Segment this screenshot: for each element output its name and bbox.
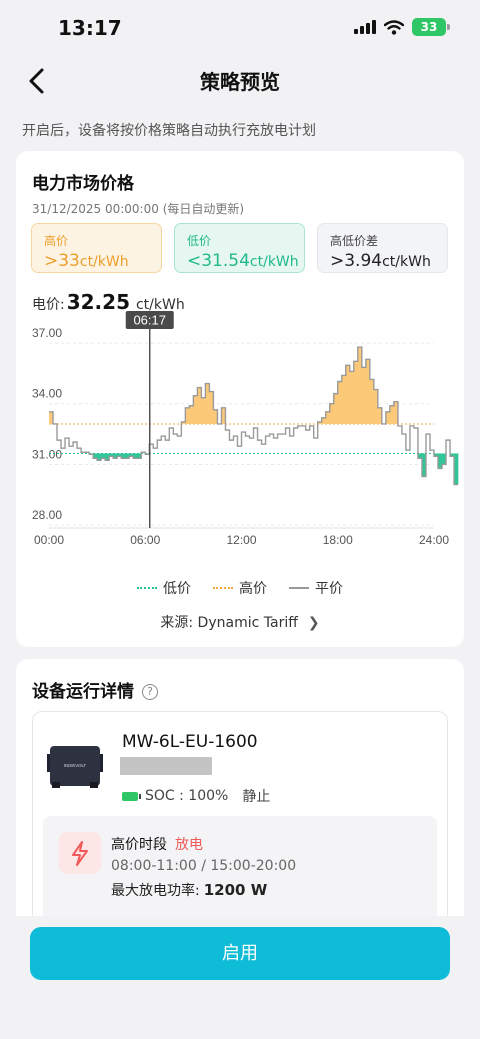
time-cursor-label: 06:17 xyxy=(133,313,166,328)
device-image: INDIEVOLT xyxy=(47,746,103,788)
device-state: 静止 xyxy=(242,789,271,805)
enable-button[interactable]: 启用 xyxy=(30,927,450,980)
high-price-area xyxy=(201,397,206,424)
x-tick-label: 24:00 xyxy=(419,533,449,547)
y-tick-label: 28.00 xyxy=(32,508,62,522)
period-title: 高价时段 放电 xyxy=(111,834,203,854)
intro-text: 开启后，设备将按价格策略自动执行充放电计划 xyxy=(22,123,316,139)
device-section-title: 设备运行详情? xyxy=(32,677,158,702)
x-tick-label: 18:00 xyxy=(323,533,353,547)
period-times: 08:00-11:00 / 15:00-20:00 xyxy=(111,858,297,874)
device-section-title-text: 设备运行详情 xyxy=(32,682,134,702)
market-date: 31/12/2025 00:00:00 (每日自动更新) xyxy=(32,202,245,216)
device-brand: INDIEVOLT xyxy=(64,763,87,768)
help-icon[interactable]: ? xyxy=(142,684,158,700)
high-price-label: 高价 xyxy=(44,234,69,248)
chevron-right-icon: ❯ xyxy=(307,615,320,631)
legend-high: 高价 xyxy=(213,578,267,598)
high-price-value: >33 xyxy=(44,251,80,271)
high-price-area xyxy=(341,375,347,424)
price-diff-label: 高低价差 xyxy=(330,234,379,248)
lightning-icon xyxy=(59,832,101,874)
status-time: 13:17 xyxy=(58,16,122,40)
device-status: SOC : 100% 静止 xyxy=(122,786,270,806)
price-chart[interactable]: 37.00 34.00 31.00 28.00 00:00 06:00 12:00 18:00… xyxy=(16,311,464,571)
y-tick-label: 31.00 xyxy=(32,447,62,461)
market-title: 电力市场价格 xyxy=(32,174,134,194)
y-tick-label: 34.00 xyxy=(32,387,62,401)
legend-low: 低价 xyxy=(137,578,191,598)
status-icons: 33 xyxy=(354,18,450,36)
status-bar: 13:17 33 xyxy=(0,0,480,56)
signal-icon xyxy=(354,20,376,34)
battery-icon: 33 xyxy=(412,18,450,36)
legend-avg: 平价 xyxy=(289,578,343,598)
high-price-pill: 高价 >33ct/kWh xyxy=(31,223,162,273)
high-price-area xyxy=(361,367,367,424)
device-name: MW-6L-EU-1600 xyxy=(122,732,258,752)
period-mode: 放电 xyxy=(175,837,203,853)
low-price-area xyxy=(101,453,106,459)
source-link[interactable]: 来源: Dynamic Tariff ❯ xyxy=(16,612,464,632)
source-text: 来源: Dynamic Tariff xyxy=(160,615,298,631)
x-tick-label: 06:00 xyxy=(130,533,160,547)
chart-legend: 低价 高价 平价 xyxy=(16,578,464,598)
power-value: 1200 W xyxy=(203,881,268,899)
period-title-text: 高价时段 xyxy=(111,837,167,853)
low-price-label: 低价 xyxy=(187,234,212,248)
device-soc: SOC : 100% xyxy=(145,788,229,804)
high-price-area xyxy=(349,371,355,424)
nav-bar: 策略预览 xyxy=(0,56,480,106)
period-power: 最大放电功率: 1200 W xyxy=(111,880,267,900)
low-price-value: <31.54 xyxy=(187,251,250,271)
x-tick-label: 00:00 xyxy=(34,533,64,547)
price-diff-unit: ct/kWh xyxy=(382,254,431,270)
battery-full-icon xyxy=(122,791,141,801)
wifi-icon xyxy=(384,19,404,35)
x-tick-label: 12:00 xyxy=(226,533,256,547)
high-price-unit: ct/kWh xyxy=(79,254,129,270)
battery-level: 33 xyxy=(420,20,438,34)
price-diff-value: >3.94 xyxy=(330,251,383,271)
legend-low-label: 低价 xyxy=(163,581,191,597)
y-tick-label: 37.00 xyxy=(32,326,62,340)
legend-high-label: 高价 xyxy=(239,581,267,597)
legend-avg-label: 平价 xyxy=(315,581,343,597)
low-price-unit: ct/kWh xyxy=(249,254,299,270)
device-serial-redacted xyxy=(120,757,212,775)
low-price-pill: 低价 <31.54ct/kWh xyxy=(174,223,305,273)
power-label: 最大放电功率: xyxy=(111,883,200,899)
market-price-card: 电力市场价格 31/12/2025 00:00:00 (每日自动更新) 高价 >… xyxy=(16,151,464,647)
page-title: 策略预览 xyxy=(200,70,280,94)
high-price-area xyxy=(189,405,194,424)
price-diff-pill: 高低价差 >3.94ct/kWh xyxy=(317,223,448,273)
